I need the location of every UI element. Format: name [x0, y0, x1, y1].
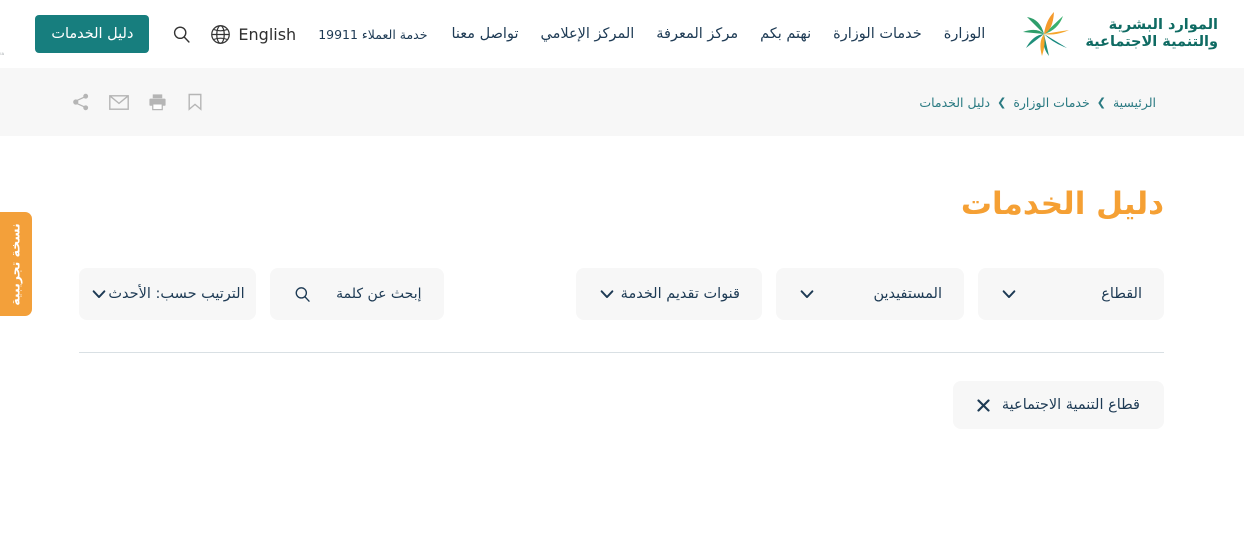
- breadcrumb: الرئيسية ❯ خدمات الوزارة ❯ دليل الخدمات: [920, 95, 1157, 110]
- share-button[interactable]: [72, 92, 92, 112]
- breadcrumb-item-current: دليل الخدمات: [920, 94, 992, 110]
- svg-text:2 30: 2 30: [0, 25, 1, 46]
- filters-toolbar: القطاع المستفيدين قنوات تقديم الخدمة الت…: [0, 223, 1245, 321]
- share-icon: [74, 93, 90, 111]
- vision-2030-logo[interactable]: VISION 2 30 المملكة العربية السعودية KIN…: [0, 11, 20, 57]
- page-title-section: دليل الخدمات: [0, 136, 1245, 223]
- print-button[interactable]: [148, 92, 168, 112]
- email-button[interactable]: [110, 92, 130, 112]
- nav-item-services[interactable]: خدمات الوزارة: [834, 26, 923, 42]
- keyword-search-box[interactable]: [271, 268, 445, 321]
- bookmark-button[interactable]: [186, 92, 206, 112]
- site-logo[interactable]: الموارد البشرية والتنمية الاجتماعية: [1014, 10, 1219, 58]
- bookmark-icon: [189, 93, 203, 111]
- nav-item-contact[interactable]: تواصل معنا: [452, 26, 519, 42]
- breadcrumb-bar: الرئيسية ❯ خدمات الوزارة ❯ دليل الخدمات: [0, 68, 1245, 136]
- page-tools: [72, 92, 206, 112]
- globe-icon: [212, 24, 232, 44]
- search-icon: [175, 25, 192, 43]
- hrsd-starburst-logo-icon: [1024, 12, 1071, 56]
- services-guide-button[interactable]: دليل الخدمات: [36, 15, 151, 53]
- search-input[interactable]: [322, 286, 423, 303]
- filter-channels-label: قنوات تقديم الخدمة: [621, 286, 741, 303]
- page-title: دليل الخدمات: [961, 186, 1165, 222]
- language-switch-button[interactable]: English: [211, 24, 297, 45]
- breadcrumb-separator: ❯: [1097, 95, 1107, 109]
- beta-version-tab[interactable]: نسخة تجريبية: [0, 212, 33, 316]
- beta-version-label: نسخة تجريبية: [9, 222, 24, 306]
- brand-line-1: الموارد البشرية: [1109, 16, 1219, 33]
- brand-name: الموارد البشرية والتنمية الاجتماعية: [1086, 17, 1219, 51]
- active-filter-chip[interactable]: قطاع التنمية الاجتماعية: [953, 381, 1165, 430]
- breadcrumb-separator: ❯: [998, 95, 1008, 109]
- site-header: الموارد البشرية والتنمية الاجتماعية الوز…: [0, 0, 1245, 68]
- nav-item-knowledge-center[interactable]: مركز المعرفة: [657, 26, 739, 42]
- print-icon: [149, 94, 167, 111]
- filter-beneficiaries-label: المستفيدين: [874, 286, 943, 303]
- chevron-down-icon: [801, 290, 815, 299]
- filter-sector-dropdown[interactable]: القطاع: [979, 268, 1165, 321]
- main-navigation: الوزارة خدمات الوزارة نهتم بكم مركز المع…: [452, 26, 986, 42]
- filter-channels-dropdown[interactable]: قنوات تقديم الخدمة: [577, 268, 763, 321]
- email-icon: [110, 94, 130, 110]
- close-icon[interactable]: [978, 399, 991, 412]
- active-filters-row: قطاع التنمية الاجتماعية: [0, 353, 1245, 430]
- header-search-button[interactable]: [172, 24, 193, 45]
- sort-label: الترتيب حسب: الأحدث: [109, 286, 246, 303]
- svg-text:KINGDOM OF SAUDI ARABIA: KINGDOM OF SAUDI ARABIA: [0, 52, 6, 56]
- chevron-down-icon: [1003, 290, 1017, 299]
- language-label: English: [239, 24, 298, 44]
- breadcrumb-item-services[interactable]: خدمات الوزارة: [1014, 95, 1090, 110]
- filter-beneficiaries-dropdown[interactable]: المستفيدين: [777, 268, 965, 321]
- chevron-down-icon: [94, 290, 107, 299]
- search-icon[interactable]: [294, 285, 313, 304]
- filter-sector-label: القطاع: [1102, 286, 1143, 303]
- nav-item-ministry[interactable]: الوزارة: [945, 26, 987, 42]
- chevron-down-icon: [601, 290, 615, 299]
- active-filter-label: قطاع التنمية الاجتماعية: [1002, 397, 1141, 414]
- brand-line-2: والتنمية الاجتماعية: [1086, 34, 1219, 50]
- customer-service-link[interactable]: خدمة العملاء 19911: [319, 27, 428, 42]
- nav-item-media-center[interactable]: المركز الإعلامي: [541, 26, 635, 42]
- sort-dropdown[interactable]: الترتيب حسب: الأحدث: [80, 268, 257, 321]
- header-utilities: خدمة العملاء 19911 English دليل الخدمات …: [0, 11, 452, 57]
- nav-item-care[interactable]: نهتم بكم: [761, 26, 812, 42]
- breadcrumb-item-home[interactable]: الرئيسية: [1114, 95, 1157, 110]
